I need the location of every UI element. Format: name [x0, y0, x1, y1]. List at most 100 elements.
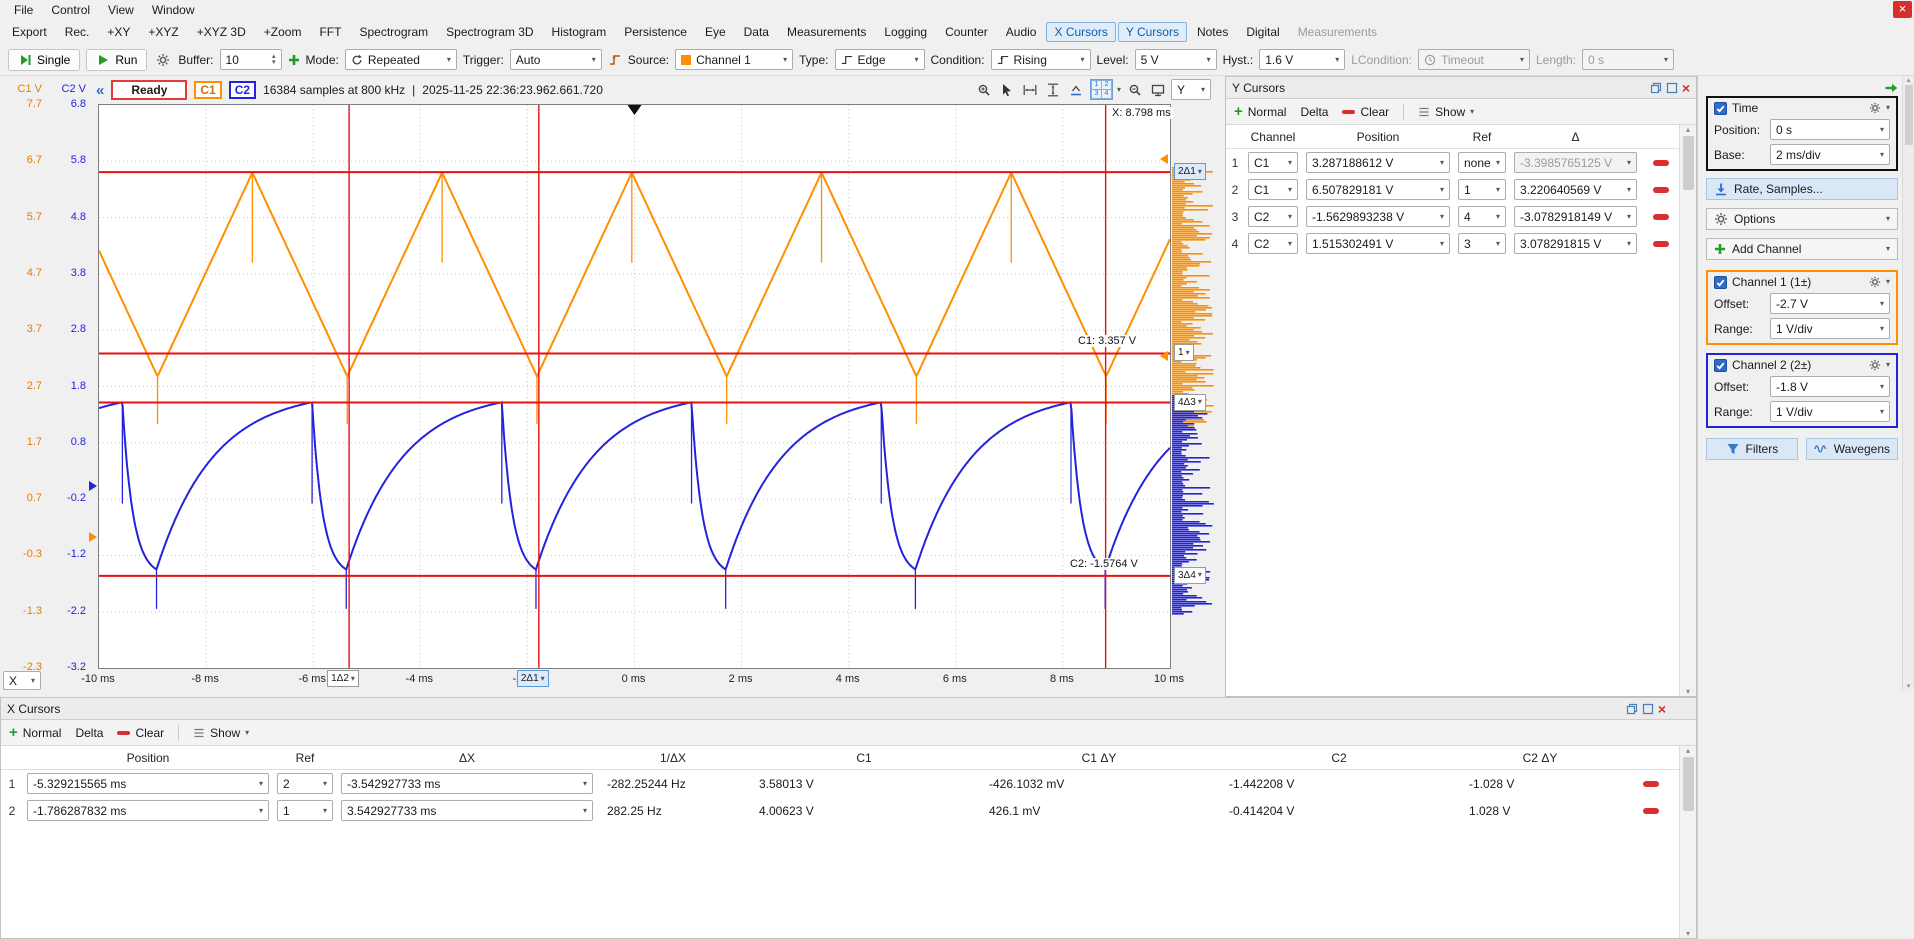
x-ref-select[interactable]: 1▾ [277, 800, 333, 821]
x-cursor-marker[interactable]: 2Δ1▾ [517, 670, 549, 687]
y-cursor-marker[interactable]: 3Δ4▾ [1174, 567, 1206, 584]
waveform-plot[interactable] [98, 104, 1171, 669]
y-panel-scrollbar[interactable]: ▴▾ [1679, 125, 1696, 696]
tab-measurements[interactable]: Measurements [1290, 22, 1385, 42]
x-clear-button[interactable]: Clear [117, 726, 164, 740]
wavegens-button[interactable]: Wavegens [1806, 438, 1898, 460]
tab-notes[interactable]: Notes [1189, 22, 1236, 42]
quad-view-button[interactable]: 1234 [1090, 79, 1113, 100]
window-close-button[interactable]: × [1893, 1, 1912, 18]
x-add-normal-button[interactable]: +Normal [9, 726, 61, 740]
single-button[interactable]: Single [8, 49, 80, 71]
y-cursor-marker[interactable]: 4Δ3▾ [1174, 394, 1206, 411]
quad-view-dropdown-icon[interactable]: ▾ [1117, 86, 1121, 94]
y-position-input[interactable]: -1.5629893238 V▾ [1306, 206, 1450, 227]
tab--xyz-3d[interactable]: +XYZ 3D [189, 22, 254, 42]
maximize-panel-icon[interactable] [1666, 82, 1678, 94]
y-channel-select[interactable]: C1▾ [1248, 152, 1298, 173]
mode-select[interactable]: Repeated▾ [345, 49, 457, 70]
tab-histogram[interactable]: Histogram [544, 22, 615, 42]
waveform-canvas[interactable] [99, 105, 1170, 668]
scroll-thumb[interactable] [1683, 136, 1694, 190]
type-select[interactable]: Edge▾ [835, 49, 925, 70]
menu-view[interactable]: View [100, 2, 142, 18]
y-channel-select[interactable]: C2▾ [1248, 233, 1298, 254]
channel2-toggle[interactable]: C2 [229, 81, 256, 99]
tab-y-cursors[interactable]: Y Cursors [1118, 22, 1187, 42]
x-cursor-marker[interactable]: 1Δ2▾ [327, 670, 359, 687]
float-panel-icon[interactable] [1626, 703, 1638, 715]
menu-file[interactable]: File [6, 2, 41, 18]
remove-cursor-button[interactable] [1653, 214, 1669, 220]
maximize-panel-icon[interactable] [1642, 703, 1654, 715]
y-channel-select[interactable]: C2▾ [1248, 206, 1298, 227]
y-position-input[interactable]: 3.287188612 V▾ [1306, 152, 1450, 173]
fit-height-icon[interactable] [1044, 80, 1063, 99]
y-ref-select[interactable]: 3▾ [1458, 233, 1506, 254]
scroll-down-icon[interactable]: ▾ [1686, 929, 1690, 938]
y-position-input[interactable]: 1.515302491 V▾ [1306, 233, 1450, 254]
zoom-in-icon[interactable] [975, 80, 994, 99]
display-settings-icon[interactable] [1148, 80, 1167, 99]
channel1-gear-icon[interactable] [1869, 276, 1881, 288]
scroll-up-icon[interactable]: ▴ [1686, 125, 1690, 134]
x-delta-button[interactable]: Delta [75, 726, 103, 740]
y-position-input[interactable]: 6.507829181 V▾ [1306, 179, 1450, 200]
menu-window[interactable]: Window [144, 2, 203, 18]
tab-measurements[interactable]: Measurements [779, 22, 874, 42]
y-delta-input[interactable]: 3.220640569 V▾ [1514, 179, 1637, 200]
close-panel-icon[interactable]: × [1658, 703, 1666, 715]
scroll-thumb[interactable] [1905, 85, 1913, 145]
y-delta-input[interactable]: 3.078291815 V▾ [1514, 233, 1637, 254]
y-ref-select[interactable]: none▾ [1458, 152, 1506, 173]
buffer-spin-arrows[interactable]: ▴▾ [272, 54, 276, 66]
scroll-up-icon[interactable]: ▴ [1907, 76, 1911, 84]
add-mode-icon[interactable] [288, 54, 300, 66]
scroll-up-icon[interactable]: ▴ [1686, 746, 1690, 755]
y-scale-select[interactable]: Y▾ [1171, 79, 1211, 100]
y-panel-titlebar[interactable]: Y Cursors × [1226, 77, 1696, 99]
channel2-range-select[interactable]: 1 V/div▾ [1770, 401, 1890, 422]
x-panel-titlebar[interactable]: X Cursors × [1, 698, 1696, 720]
run-button[interactable]: Run [86, 49, 147, 71]
tab-counter[interactable]: Counter [937, 22, 996, 42]
x-scale-select[interactable]: X▾ [3, 671, 41, 690]
channel1-toggle[interactable]: C1 [194, 81, 221, 99]
zoom-out-icon[interactable] [1125, 80, 1144, 99]
tab-x-cursors[interactable]: X Cursors [1046, 22, 1115, 42]
tab-audio[interactable]: Audio [998, 22, 1045, 42]
time-gear-dropdown-icon[interactable]: ▾ [1886, 104, 1890, 112]
y-channel-select[interactable]: C1▾ [1248, 179, 1298, 200]
tab-persistence[interactable]: Persistence [616, 22, 695, 42]
collapse-left-icon[interactable]: « [96, 82, 104, 99]
settings-scrollbar[interactable]: ▴▾ [1902, 76, 1914, 690]
x-delta-input[interactable]: 3.542927733 ms▾ [341, 800, 593, 821]
tab-rec-[interactable]: Rec. [57, 22, 98, 42]
time-gear-icon[interactable] [1869, 102, 1881, 114]
scroll-down-icon[interactable]: ▾ [1907, 682, 1911, 690]
remove-cursor-button[interactable] [1643, 781, 1659, 787]
y-ref-select[interactable]: 1▾ [1458, 179, 1506, 200]
x-show-button[interactable]: Show▾ [193, 726, 249, 740]
remove-cursor-button[interactable] [1643, 808, 1659, 814]
tab--xy[interactable]: +XY [99, 22, 138, 42]
fit-width-icon[interactable] [1021, 80, 1040, 99]
channel2-gear-dropdown-icon[interactable]: ▾ [1886, 361, 1890, 369]
remove-cursor-button[interactable] [1653, 241, 1669, 247]
channel2-checkbox[interactable] [1714, 359, 1727, 372]
channel2-offset-select[interactable]: -1.8 V▾ [1770, 376, 1890, 397]
scroll-down-icon[interactable]: ▾ [1686, 687, 1690, 696]
channel1-offset-select[interactable]: -2.7 V▾ [1770, 293, 1890, 314]
tab-logging[interactable]: Logging [876, 22, 935, 42]
x-position-input[interactable]: -1.786287832 ms▾ [27, 800, 269, 821]
condition-select[interactable]: Rising▾ [991, 49, 1091, 70]
tab-data[interactable]: Data [736, 22, 777, 42]
scroll-thumb[interactable] [1683, 757, 1694, 811]
y-clear-button[interactable]: Clear [1342, 105, 1389, 119]
filters-button[interactable]: Filters [1706, 438, 1798, 460]
tab-eye[interactable]: Eye [697, 22, 734, 42]
remove-cursor-button[interactable] [1653, 160, 1669, 166]
source-select[interactable]: Channel 1▾ [675, 49, 793, 70]
x-ref-select[interactable]: 2▾ [277, 773, 333, 794]
x-panel-scrollbar[interactable]: ▴▾ [1679, 746, 1696, 938]
